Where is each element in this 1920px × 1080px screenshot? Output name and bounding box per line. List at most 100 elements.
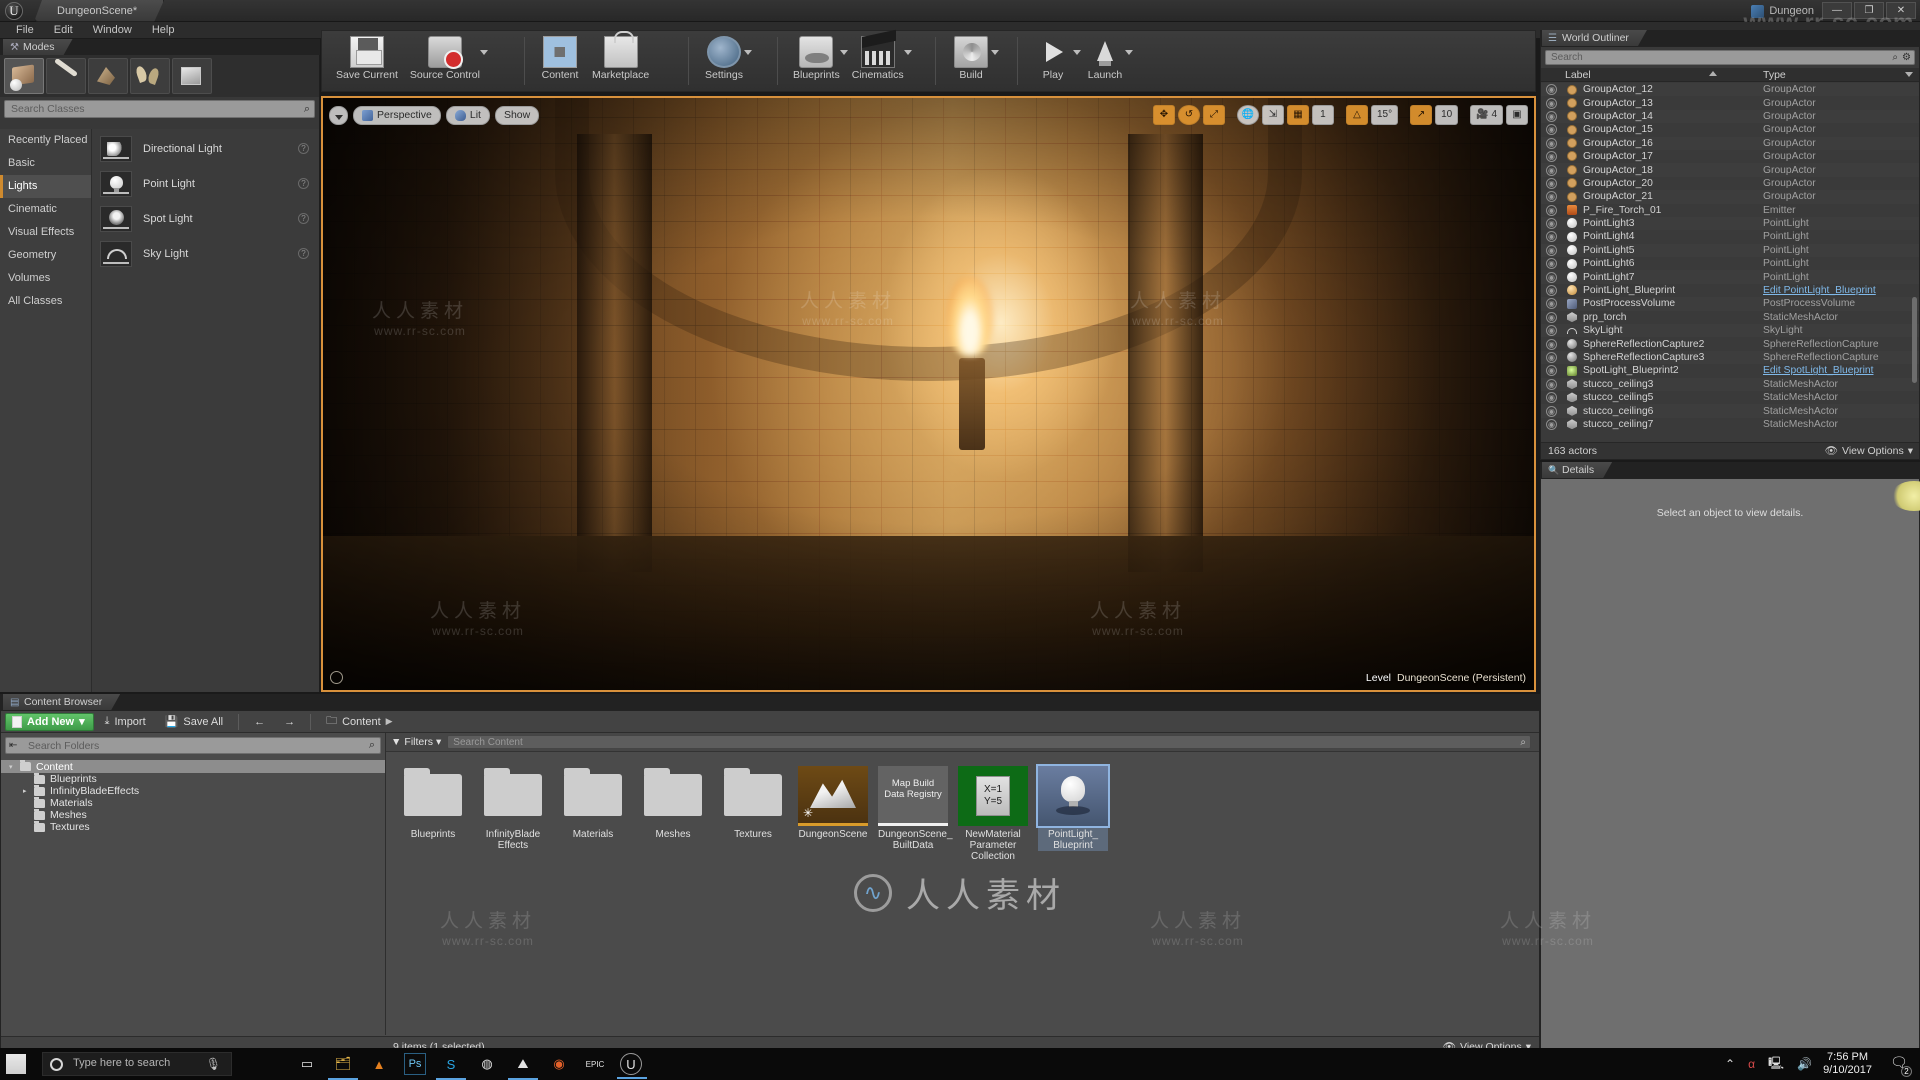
table-row[interactable]: ◉ GroupActor_18 GroupActor	[1541, 163, 1919, 177]
table-row[interactable]: ◉ prp_torch StaticMeshActor	[1541, 311, 1919, 324]
breadcrumb[interactable]: 🗀 Content ▶	[318, 713, 400, 731]
asset-tile[interactable]: Materials	[558, 766, 628, 840]
surface-snap-button[interactable]: ⇲	[1261, 105, 1284, 125]
table-row[interactable]: ◉ GroupActor_12 GroupActor	[1541, 83, 1919, 97]
outliner-row-type[interactable]: Edit PointLight_Blueprint	[1763, 285, 1876, 296]
rotate-tool-button[interactable]: ↺	[1177, 105, 1200, 125]
visibility-toggle-icon[interactable]: ◉	[1546, 137, 1557, 149]
volume-icon[interactable]: 🔊	[1797, 1057, 1812, 1071]
table-row[interactable]: ◉ GroupActor_17 GroupActor	[1541, 150, 1919, 163]
chevron-up-icon[interactable]: ⌃	[1725, 1057, 1735, 1071]
gear-icon[interactable]: ⚙	[1902, 52, 1911, 63]
rotation-snap-toggle[interactable]: △	[1345, 105, 1368, 125]
tab-details[interactable]: 🔍 Details	[1542, 462, 1612, 478]
table-row[interactable]: ◉ SkyLight SkyLight	[1541, 324, 1919, 338]
menu-file[interactable]: File	[6, 22, 44, 39]
viewport-options-button[interactable]	[329, 105, 348, 125]
list-item[interactable]: Directional Light ?	[92, 131, 319, 166]
filters-button[interactable]: ▼ Filters ▾	[391, 736, 441, 748]
visibility-toggle-icon[interactable]: ◉	[1546, 191, 1557, 203]
geometry-mode-button[interactable]	[172, 58, 212, 94]
visibility-toggle-icon[interactable]: ◉	[1546, 110, 1557, 122]
table-row[interactable]: ◉ PointLight_Blueprint Edit PointLight_Blu…	[1541, 284, 1919, 297]
info-icon[interactable]: ?	[298, 213, 309, 224]
visibility-toggle-icon[interactable]: ◉	[1546, 418, 1557, 430]
asset-tile[interactable]: Textures	[718, 766, 788, 840]
level-viewport[interactable]: Perspective Lit Show ✥ ↺ ⤢ 🌐 ⇲ ▦ 1 △ 15°…	[321, 96, 1536, 692]
taskbar-clock[interactable]: 7:56 PM 9/10/2017	[1823, 1051, 1872, 1077]
photos-icon[interactable]: ⛰	[508, 1053, 538, 1080]
asset-tile[interactable]: ✳ DungeonScene	[798, 766, 868, 840]
add-new-button[interactable]: Add New ▾	[5, 712, 94, 731]
camera-speed-button[interactable]: 🎥 4	[1470, 105, 1503, 125]
visibility-toggle-icon[interactable]: ◉	[1546, 84, 1557, 96]
table-row[interactable]: ◉ stucco_ceiling7 StaticMeshActor	[1541, 418, 1919, 431]
table-row[interactable]: ◉ PointLight5 PointLight	[1541, 243, 1919, 258]
list-item[interactable]: Spot Light ?	[92, 201, 319, 236]
sidebar-item-basic[interactable]: Basic	[0, 152, 91, 175]
search-classes-input[interactable]: Search Classes ⌕	[4, 100, 315, 118]
chevron-down-icon[interactable]	[744, 50, 752, 55]
maximize-button[interactable]: ❐	[1854, 2, 1884, 19]
scale-tool-button[interactable]: ⤢	[1202, 105, 1225, 125]
sidebar-item-lights[interactable]: Lights	[0, 175, 91, 198]
table-row[interactable]: ◉ GroupActor_20 GroupActor	[1541, 177, 1919, 190]
tab-content-browser[interactable]: ▤ Content Browser	[3, 694, 120, 710]
rotation-snap-value[interactable]: 15°	[1370, 105, 1399, 125]
visibility-toggle-icon[interactable]: ◉	[1546, 325, 1557, 337]
collapse-tree-icon[interactable]: ⇤	[9, 740, 17, 751]
visibility-toggle-icon[interactable]: ◉	[1546, 164, 1557, 176]
photoshop-icon[interactable]: Ps	[404, 1053, 426, 1075]
paint-mode-button[interactable]	[46, 58, 86, 94]
settings-button[interactable]: Settings	[698, 34, 752, 81]
visibility-toggle-icon[interactable]: ◉	[1546, 258, 1557, 270]
save-all-button[interactable]: 💾 Save All	[157, 713, 231, 731]
grid-snap-toggle[interactable]: ▦	[1286, 105, 1309, 125]
outliner-row-type[interactable]: Edit SpotLight_Blueprint	[1763, 365, 1873, 376]
chevron-down-icon[interactable]	[991, 50, 999, 55]
asset-tile[interactable]: PointLight_ Blueprint	[1036, 764, 1110, 851]
visibility-toggle-icon[interactable]: ◉	[1546, 271, 1557, 283]
table-row[interactable]: ◉ PointLight7 PointLight	[1541, 270, 1919, 284]
marketplace-button[interactable]: Marketplace	[586, 31, 655, 81]
outliner-search-input[interactable]: Search ⌕ ⚙	[1545, 50, 1915, 65]
lighting-mode-button[interactable]: Lit	[445, 105, 490, 125]
visibility-toggle-icon[interactable]: ◉	[1546, 298, 1557, 310]
sidebar-item-all-classes[interactable]: All Classes	[0, 290, 91, 313]
network-icon[interactable]: 🖳	[1768, 1054, 1784, 1075]
folder-tree-item[interactable]: ▸ InfinityBladeEffects	[1, 784, 385, 797]
folder-tree-item[interactable]: Meshes	[1, 808, 385, 821]
sidebar-item-volumes[interactable]: Volumes	[0, 267, 91, 290]
visibility-toggle-icon[interactable]: ◉	[1546, 365, 1557, 377]
table-row[interactable]: ◉ SphereReflectionCapture2 SphereReflectio…	[1541, 337, 1919, 350]
chevron-down-icon[interactable]	[1905, 72, 1913, 77]
table-row[interactable]: ◉ stucco_ceiling3 StaticMeshActor	[1541, 377, 1919, 391]
asset-tile[interactable]: InfinityBlade Effects	[478, 766, 548, 851]
build-button[interactable]: Build	[945, 34, 999, 81]
menu-help[interactable]: Help	[142, 22, 185, 39]
place-mode-button[interactable]	[4, 58, 44, 94]
content-button[interactable]: Content	[534, 34, 586, 81]
info-icon[interactable]: ?	[298, 248, 309, 259]
asset-tile[interactable]: Blueprints	[398, 766, 468, 840]
visibility-toggle-icon[interactable]: ◉	[1546, 352, 1557, 363]
column-type[interactable]: Type	[1763, 68, 1786, 82]
table-row[interactable]: ◉ stucco_ceiling6 StaticMeshActor	[1541, 404, 1919, 418]
nvidia-icon[interactable]: α	[1748, 1057, 1755, 1071]
grid-snap-value[interactable]: 1	[1311, 105, 1334, 125]
table-row[interactable]: ◉ P_Fire_Torch_01 Emitter	[1541, 204, 1919, 217]
spiral-app-icon[interactable]: ◉	[548, 1053, 570, 1075]
list-item[interactable]: Point Light ?	[92, 166, 319, 201]
visibility-toggle-icon[interactable]: ◉	[1546, 97, 1557, 109]
sidebar-item-geometry[interactable]: Geometry	[0, 244, 91, 267]
folder-tree-item[interactable]: Blueprints	[1, 772, 385, 785]
chevron-down-icon[interactable]	[1125, 50, 1133, 55]
visibility-toggle-icon[interactable]: ◉	[1546, 338, 1557, 350]
nav-back-button[interactable]: ←	[246, 713, 273, 731]
project-tab[interactable]: DungeonScene*	[34, 0, 164, 22]
visibility-toggle-icon[interactable]: ◉	[1546, 231, 1557, 243]
save-current-button[interactable]: Save Current	[330, 34, 404, 81]
asset-tile[interactable]: Map Build Data Registry DungeonScene_ Buil…	[878, 766, 953, 851]
visibility-toggle-icon[interactable]: ◉	[1546, 204, 1557, 216]
folder-tree-item[interactable]: ▾ Content	[1, 760, 385, 773]
